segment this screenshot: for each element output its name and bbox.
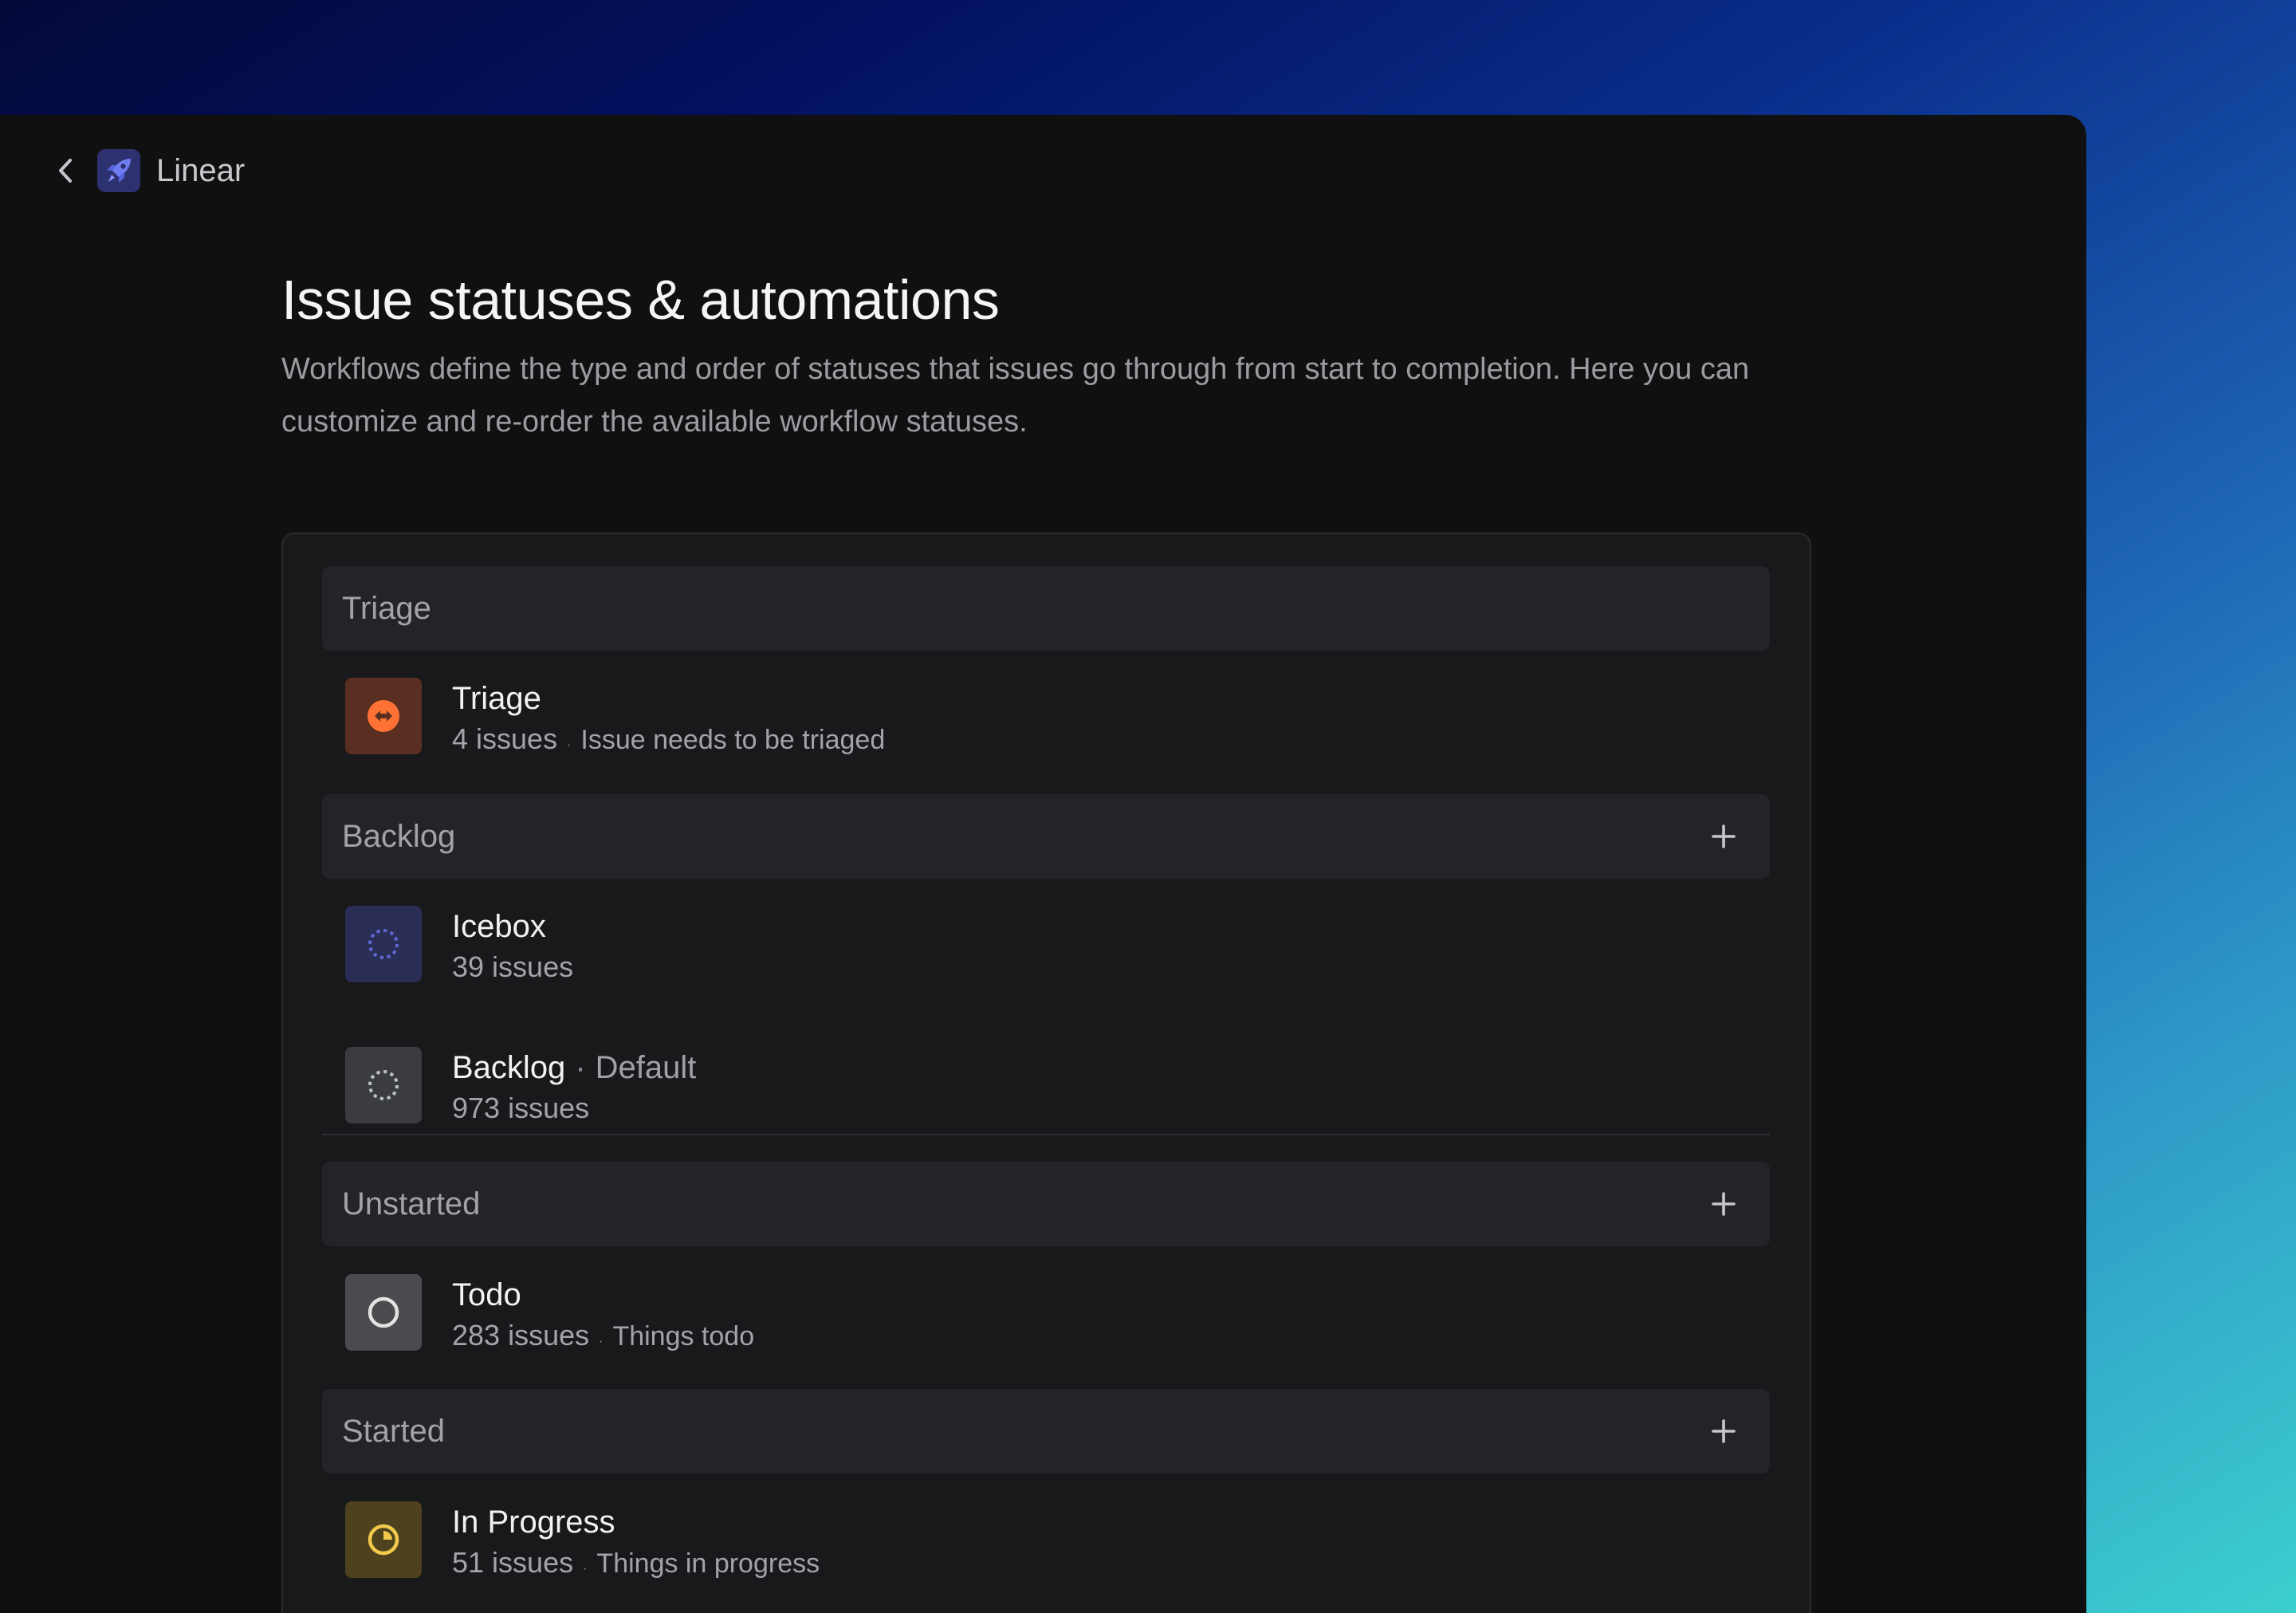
status-row-in-progress[interactable]: In Progress 51 issues · Things in progress xyxy=(322,1487,1770,1592)
todo-circle-icon xyxy=(368,1296,399,1328)
status-name: Icebox xyxy=(452,909,546,944)
settings-window: Linear Issue statuses & automations Work… xyxy=(0,115,2086,1613)
status-row-todo[interactable]: Todo 283 issues · Things todo xyxy=(322,1260,1770,1365)
in-progress-icon xyxy=(368,1524,399,1556)
issue-count: 973 issues xyxy=(452,1092,590,1124)
status-name: In Progress xyxy=(452,1505,615,1540)
todo-icon-box xyxy=(345,1274,422,1351)
rocket-icon xyxy=(107,159,131,183)
group-label: Backlog xyxy=(342,818,456,854)
workspace-logo xyxy=(97,149,140,192)
status-row-icebox[interactable]: Icebox 39 issues xyxy=(322,891,1770,997)
status-row-backlog[interactable]: Backlog · Default 973 issues xyxy=(322,1033,1770,1138)
backlog-dotted-circle-icon xyxy=(368,1070,399,1100)
triage-icon xyxy=(368,700,399,732)
add-status-button-unstarted[interactable] xyxy=(1706,1186,1741,1222)
plus-icon xyxy=(1712,824,1736,848)
group-header-unstarted: Unstarted xyxy=(322,1162,1770,1246)
page-header: Issue statuses & automations Workflows d… xyxy=(281,265,1810,448)
issue-count: 283 issues xyxy=(452,1319,590,1351)
group-label: Triage xyxy=(342,590,431,626)
separator-dot: · xyxy=(567,738,572,752)
status-description: Issue needs to be triaged xyxy=(580,725,886,755)
add-status-button-started[interactable] xyxy=(1706,1414,1741,1449)
status-name: Backlog xyxy=(452,1050,566,1085)
status-name: Triage xyxy=(452,681,541,716)
triage-icon-box xyxy=(345,678,422,754)
icebox-icon-box xyxy=(345,906,422,982)
group-header-backlog: Backlog xyxy=(322,794,1770,879)
icebox-dotted-circle-icon xyxy=(368,929,399,959)
group-header-started: Started xyxy=(322,1389,1770,1473)
status-description: Things todo xyxy=(612,1321,755,1351)
issue-count: 4 issues xyxy=(452,722,558,755)
backlog-icon-box xyxy=(345,1047,422,1123)
status-row-triage[interactable]: Triage 4 issues · Issue needs to be triage… xyxy=(322,663,1770,769)
workspace-name[interactable]: Linear xyxy=(156,153,245,189)
chevron-left-icon xyxy=(59,159,72,183)
breadcrumb: Linear xyxy=(49,147,245,195)
page-title: Issue statuses & automations xyxy=(281,269,1000,331)
plus-icon xyxy=(1712,1419,1736,1443)
status-name: Todo xyxy=(452,1277,521,1312)
group-header-triage: Triage xyxy=(322,566,1770,651)
group-label: Started xyxy=(342,1413,445,1449)
back-button[interactable] xyxy=(49,151,81,190)
separator-dot: · xyxy=(599,1335,603,1348)
in-progress-icon-box xyxy=(345,1501,422,1578)
workflow-statuses-panel: Triage Triage 4 issues · Issue needs to be… xyxy=(281,533,1811,1613)
default-tag: Default xyxy=(595,1050,697,1085)
status-description: Things in progress xyxy=(596,1548,820,1579)
separator-dot: · xyxy=(583,1562,588,1576)
plus-icon xyxy=(1712,1192,1736,1216)
add-status-button-backlog[interactable] xyxy=(1706,819,1741,854)
issue-count: 51 issues xyxy=(452,1546,574,1579)
page-description: Workflows define the type and order of s… xyxy=(281,352,1750,439)
issue-count: 39 issues xyxy=(452,950,574,983)
separator-dot: · xyxy=(575,1050,586,1085)
group-label: Unstarted xyxy=(342,1186,481,1222)
